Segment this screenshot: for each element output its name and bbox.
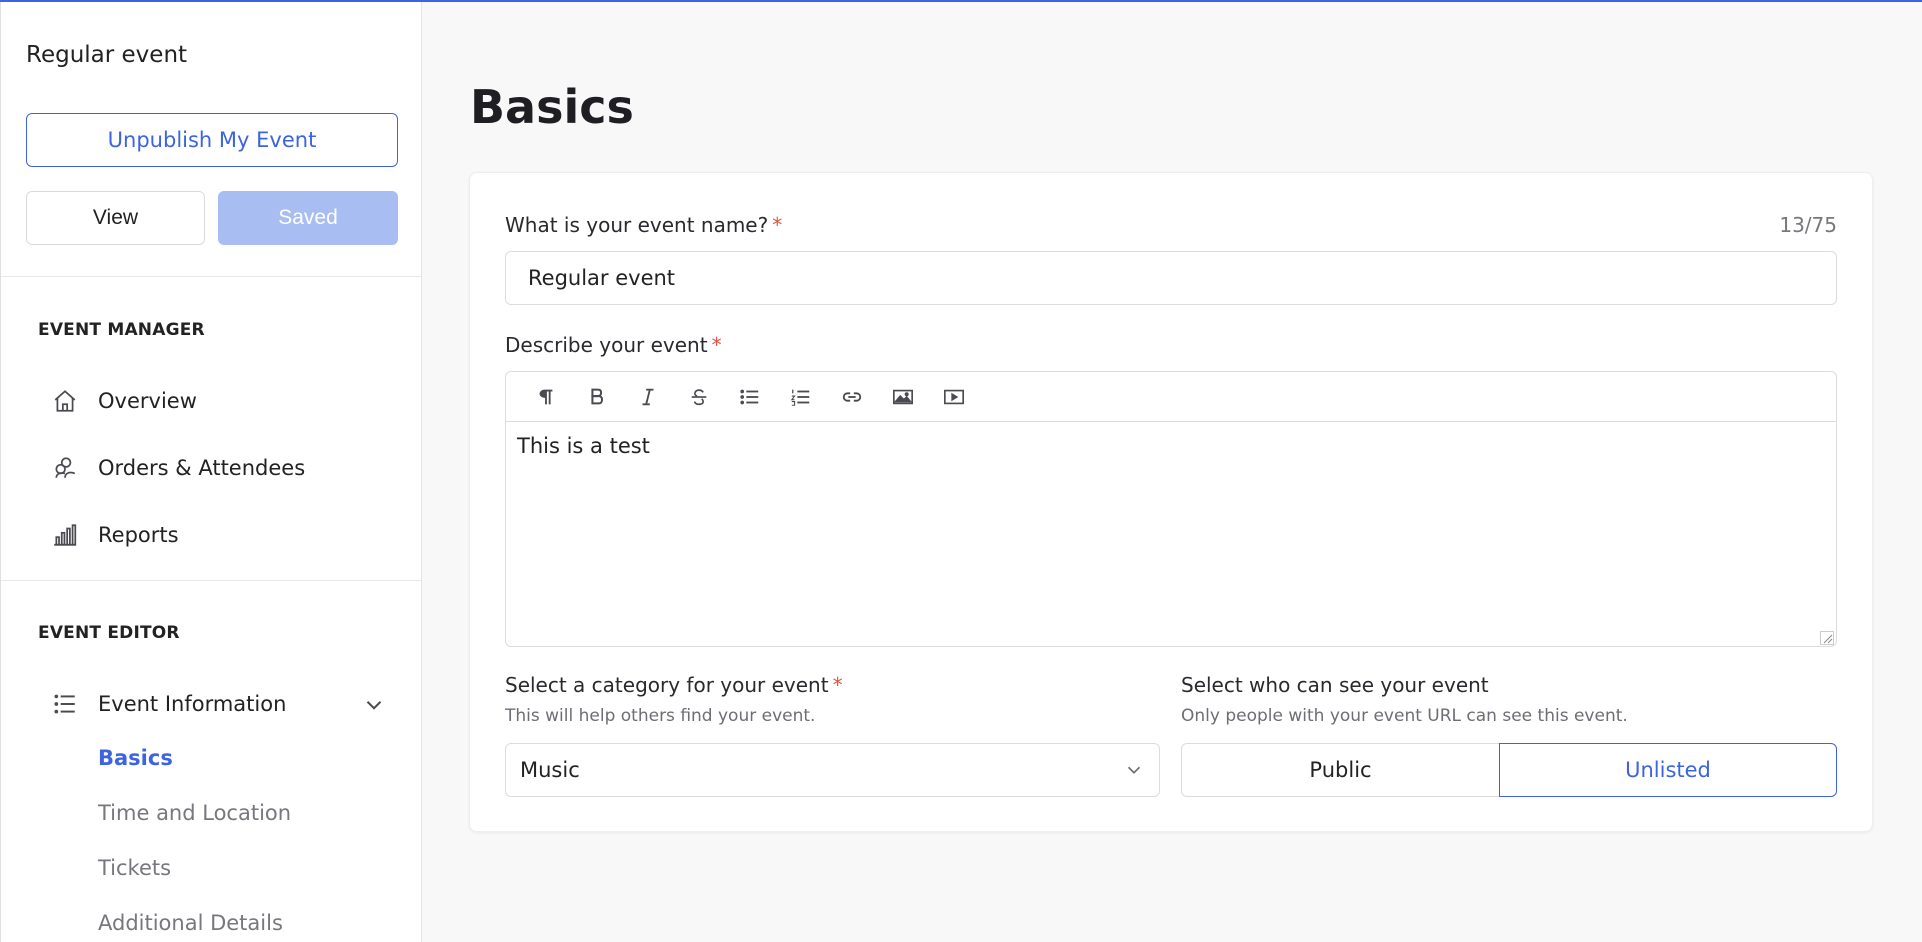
sidebar: Regular event Unpublish My Event View Sa… [0, 2, 422, 942]
chevron-down-icon [1123, 759, 1145, 781]
link-icon[interactable] [826, 379, 877, 415]
unpublish-button[interactable]: Unpublish My Event [26, 113, 398, 167]
description-textarea[interactable]: This is a test [506, 422, 1836, 470]
event-name-input[interactable]: Regular event [505, 251, 1837, 305]
visibility-hint: Only people with your event URL can see … [1181, 706, 1628, 726]
main-content: Basics What is your event name? * 13/75 R… [423, 2, 1922, 942]
description-editor: This is a test [505, 371, 1837, 647]
editor-toolbar [506, 372, 1836, 422]
event-editor-heading: EVENT EDITOR [38, 623, 180, 643]
sidebar-item-orders-attendees[interactable]: Orders & Attendees [51, 450, 305, 486]
visibility-unlisted-option[interactable]: Unlisted [1499, 743, 1837, 797]
basics-card: What is your event name? * 13/75 Regular … [469, 172, 1873, 832]
required-mark: * [772, 213, 783, 237]
sidebar-divider [1, 276, 421, 277]
chevron-down-icon[interactable] [361, 692, 387, 718]
bar-chart-icon [51, 521, 79, 549]
list-icon [51, 690, 79, 718]
saved-button[interactable]: Saved [218, 191, 398, 245]
category-hint: This will help others find your event. [505, 706, 816, 726]
category-select[interactable]: Music [505, 743, 1160, 797]
image-icon[interactable] [877, 379, 928, 415]
strikethrough-icon[interactable] [673, 379, 724, 415]
paragraph-icon[interactable] [520, 379, 571, 415]
attendees-icon [51, 454, 79, 482]
italic-icon[interactable] [622, 379, 673, 415]
event-title: Regular event [26, 42, 188, 68]
sidebar-subitem-basics[interactable]: Basics [98, 746, 173, 770]
event-manager-heading: EVENT MANAGER [38, 320, 205, 340]
visibility-label: Select who can see your event [1181, 673, 1489, 697]
required-mark: * [832, 673, 843, 697]
sidebar-divider [1, 580, 421, 581]
sidebar-item-label: Overview [98, 389, 197, 413]
sidebar-item-label: Orders & Attendees [98, 456, 306, 480]
sidebar-subitem-time-location[interactable]: Time and Location [98, 801, 291, 825]
page-title: Basics [470, 80, 634, 134]
sidebar-item-event-information[interactable]: Event Information [51, 686, 286, 722]
home-icon [51, 387, 79, 415]
sidebar-item-overview[interactable]: Overview [51, 383, 197, 419]
bullet-list-icon[interactable] [724, 379, 775, 415]
visibility-public-option[interactable]: Public [1181, 743, 1499, 797]
numbered-list-icon[interactable] [775, 379, 826, 415]
sidebar-item-label: Event Information [98, 692, 287, 716]
category-selected-value: Music [520, 758, 580, 782]
sidebar-item-reports[interactable]: Reports [51, 517, 179, 553]
sidebar-subitem-additional-details[interactable]: Additional Details [98, 911, 283, 935]
resize-handle-icon[interactable] [1820, 630, 1834, 645]
description-label: Describe your event * [505, 333, 722, 357]
bold-icon[interactable] [571, 379, 622, 415]
sidebar-item-label: Reports [98, 523, 179, 547]
video-icon[interactable] [928, 379, 979, 415]
required-mark: * [711, 333, 722, 357]
character-counter: 13/75 [1779, 213, 1837, 237]
sidebar-subitem-tickets[interactable]: Tickets [98, 856, 171, 880]
event-name-label: What is your event name? * [505, 213, 783, 237]
view-button[interactable]: View [26, 191, 205, 245]
category-label: Select a category for your event * [505, 673, 843, 697]
